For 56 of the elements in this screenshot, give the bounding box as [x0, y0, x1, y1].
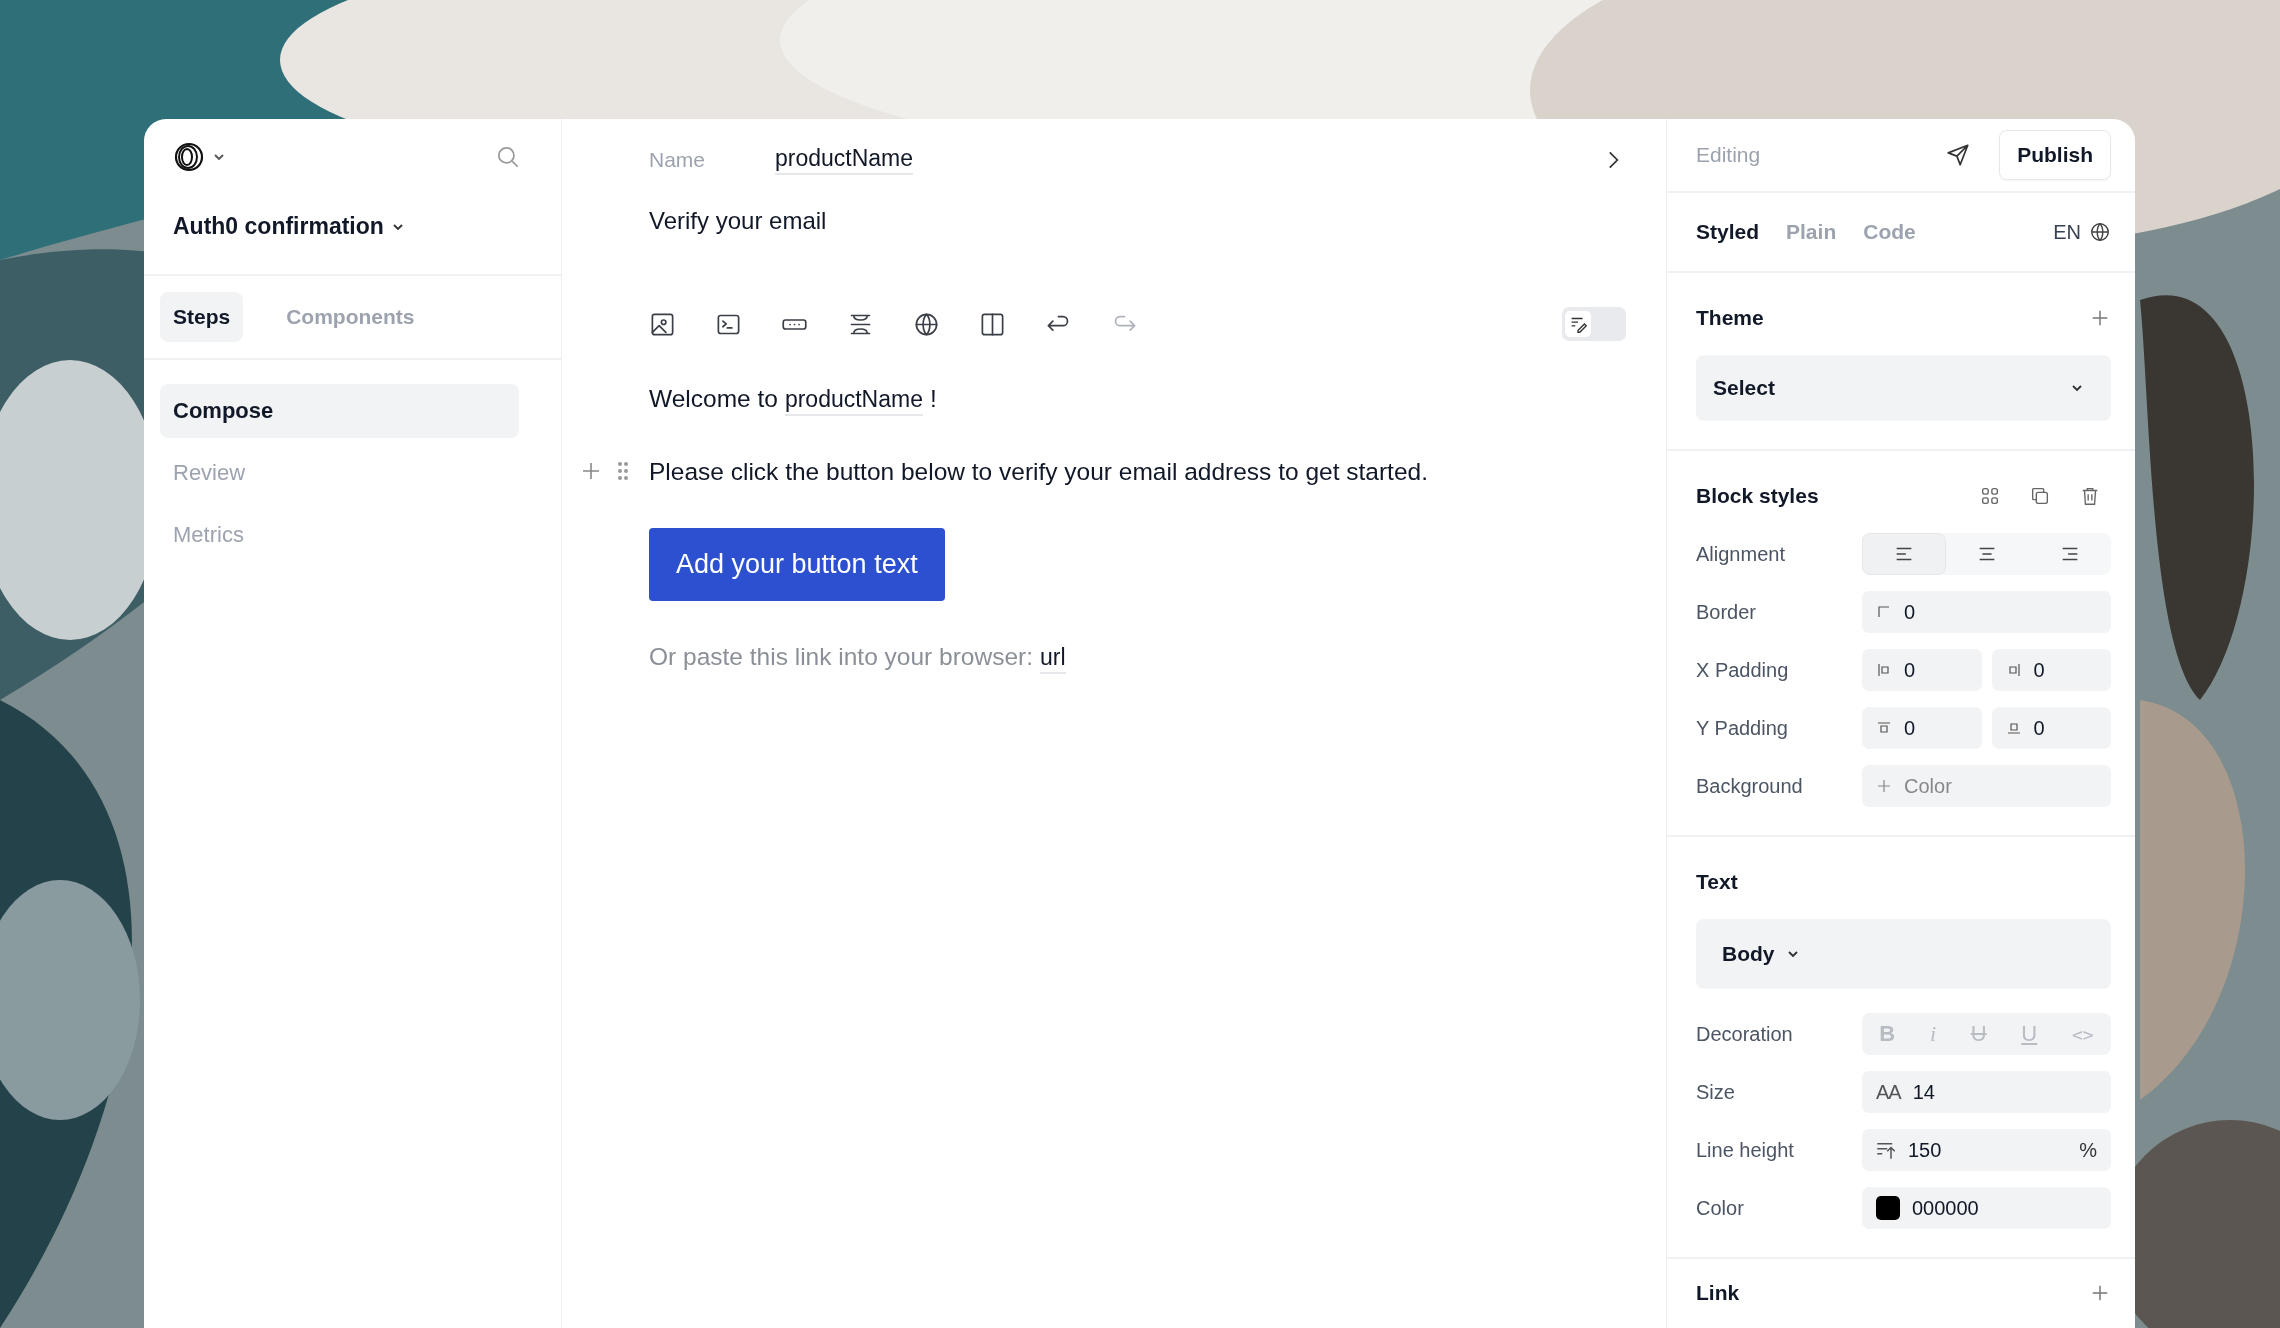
- project-title[interactable]: Auth0 confirmation: [173, 213, 384, 240]
- field-label: Alignment: [1696, 542, 1786, 566]
- name-field[interactable]: productName: [775, 145, 914, 175]
- number-field[interactable]: 150 %: [1862, 1129, 2111, 1171]
- section-title: Link: [1696, 1281, 1740, 1305]
- publish-button[interactable]: Publish: [1999, 130, 2111, 180]
- field-label: Line height: [1696, 1138, 1795, 1162]
- field-label: X Padding: [1696, 658, 1790, 682]
- sidebar-tab[interactable]: Steps: [160, 292, 244, 342]
- corner-icon: [1876, 604, 1892, 620]
- color-swatch[interactable]: [1876, 1196, 1900, 1220]
- subject-text[interactable]: Verify your email: [649, 207, 1626, 235]
- format-tab[interactable]: Styled: [1696, 220, 1760, 244]
- section-title: Text: [1696, 870, 1738, 894]
- number-field[interactable]: 0: [1991, 707, 2111, 749]
- logo-icon[interactable]: [173, 141, 205, 173]
- status-text: Editing: [1696, 143, 1761, 167]
- globe-icon[interactable]: [2089, 221, 2111, 243]
- field-label: Color: [1696, 1196, 1745, 1220]
- variable-tag[interactable]: productName: [784, 386, 923, 416]
- field-label: Border: [1696, 600, 1758, 624]
- section-title: Block styles: [1696, 484, 1819, 508]
- number-field[interactable]: AA 14: [1862, 1071, 2111, 1113]
- step-item[interactable]: Compose: [160, 384, 519, 438]
- color-field[interactable]: 000000: [1862, 1187, 2111, 1229]
- language-label[interactable]: EN: [2053, 220, 2081, 244]
- globe-icon[interactable]: [913, 310, 940, 338]
- body-text[interactable]: !: [930, 385, 937, 413]
- send-icon[interactable]: [1945, 142, 1972, 168]
- search-icon[interactable]: [495, 144, 521, 170]
- number-field[interactable]: 0: [1862, 707, 1982, 749]
- pad-left-icon: [1876, 662, 1892, 678]
- pad-top-icon: [1876, 720, 1892, 736]
- grid-icon[interactable]: [1979, 485, 2001, 507]
- body-text[interactable]: Please click the button below to verify your email address to get started.: [649, 458, 1428, 486]
- field-label: Background: [1696, 774, 1804, 798]
- number-field[interactable]: 0: [1862, 591, 2111, 633]
- view-toggle[interactable]: [1562, 307, 1626, 341]
- number-field[interactable]: 0: [1991, 649, 2111, 691]
- name-label: Name: [649, 148, 707, 172]
- copy-icon[interactable]: [2029, 485, 2051, 507]
- drag-handle-icon[interactable]: [617, 459, 629, 483]
- field-label: Size: [1696, 1080, 1736, 1104]
- variable-tag[interactable]: url: [1040, 644, 1066, 674]
- body-text[interactable]: Welcome to: [649, 385, 778, 413]
- field-label: Y Padding: [1696, 716, 1789, 740]
- email-button[interactable]: Add your button text: [649, 528, 945, 601]
- line-height-icon: [1876, 1140, 1896, 1160]
- plus-icon: [1876, 778, 1892, 794]
- pad-bottom-icon: [2005, 720, 2022, 736]
- number-field[interactable]: 0: [1862, 649, 1982, 691]
- field-label: Decoration: [1696, 1022, 1794, 1046]
- section-title: Theme: [1696, 306, 1764, 330]
- theme-select[interactable]: Select: [1696, 355, 2111, 421]
- edit-icon: [1565, 311, 1591, 337]
- text-style-select[interactable]: Body: [1696, 919, 2111, 989]
